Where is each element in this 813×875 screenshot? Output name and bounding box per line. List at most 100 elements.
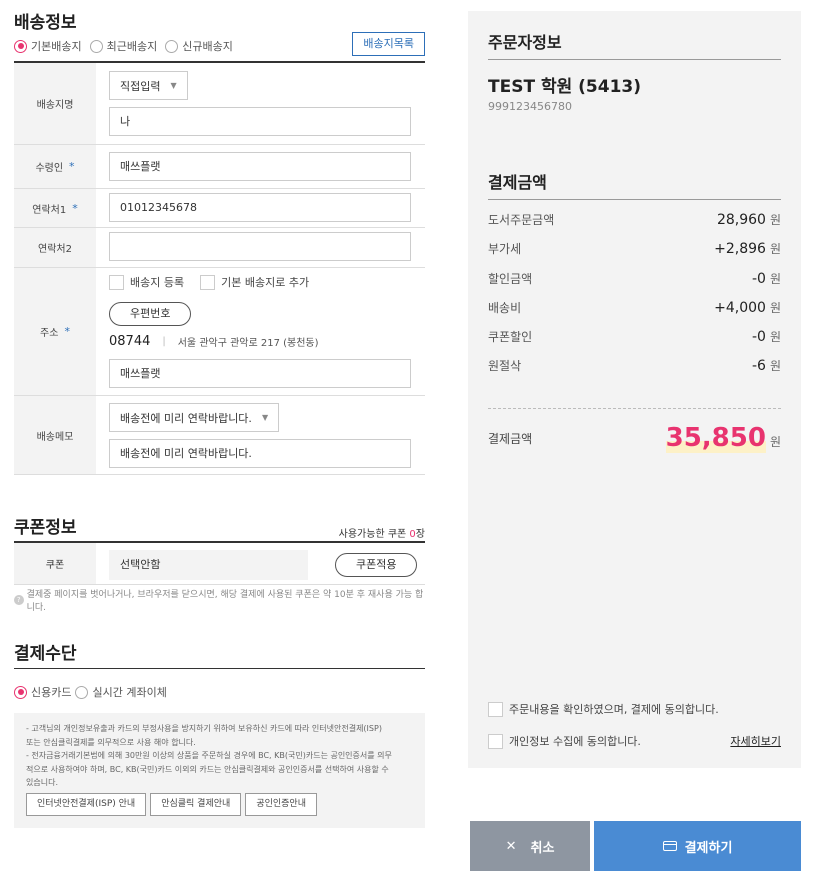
orderer-name: TEST 학원 (5413) [488,77,642,97]
radio-unchecked-icon[interactable] [75,685,89,699]
divider [488,408,781,409]
currency-unit: 원 [769,330,781,344]
shipping-title: 배송정보 [14,13,77,33]
checkbox-label: 배송지 등록 [130,276,185,289]
agree-order-label: 주문내용을 확인하였으며, 결제에 동의합니다. [509,703,719,716]
orderer-title: 주문자정보 [488,33,562,52]
field-label: 수령인 * [14,145,96,188]
certificate-guide-button[interactable]: 공인인증안내 [245,792,317,816]
agree-order-checkbox[interactable] [488,701,503,717]
chevron-down-icon: ▼ [261,413,269,422]
row-phone2: 연락처2 [14,228,425,268]
address-detail-input[interactable]: 매쓰플랫 [109,359,411,388]
info-icon: ? [14,595,24,605]
coupon-row: 쿠폰 선택안함 쿠폰적용 [14,541,425,585]
order-summary-panel: 주문자정보 TEST 학원 (5413) 999123456780 결제금액 도… [468,11,801,768]
address-name-select[interactable]: 직접입력 ▼ [109,71,188,100]
memo-select[interactable]: 배송전에 미리 연락바랍니다. ▼ [109,403,280,432]
address-list-button[interactable]: 배송지목록 [352,32,425,56]
credit-card-icon [662,841,677,851]
summary-row-coupon: 쿠폰할인 -0 원 [488,328,781,345]
apply-coupon-button[interactable]: 쿠폰적용 [335,553,418,577]
field-label: 연락처2 [14,228,96,267]
zip-code: 08744 [109,334,151,349]
coupon-select[interactable]: 선택안함 [109,550,308,580]
label-text: 수령인 [35,163,64,174]
coupon-available-text: 사용가능한 쿠폰 [338,529,410,540]
radio-label: 기본배송지 [31,40,82,53]
field-value: 배송전에 미리 연락바랍니다. ▼ 배송전에 미리 연락바랍니다. [96,396,425,474]
payment-title: 결제수단 [14,644,77,664]
pay-button[interactable]: 결제하기 [594,821,801,871]
chevron-down-icon: ▼ [170,81,177,90]
summary-row-shipping: 배송비 +4,000 원 [488,299,781,316]
info-line: 있습니다. [26,778,58,787]
row-address: 주소 * 배송지 등록 기본 배송지로 추가 우편번호 08744 | 서울 관악… [14,268,425,396]
required-mark: * [69,160,75,173]
close-icon: ✕ [505,838,517,854]
row-amount: -0 [751,271,766,287]
recipient-input[interactable]: 매쓰플랫 [109,152,411,181]
checkbox-label: 기본 배송지로 추가 [221,276,310,289]
divider [488,199,781,200]
radio-new-address[interactable]: 신규배송지 [165,38,233,54]
radio-checked-icon[interactable] [14,685,27,699]
info-line: 적으로 사용하여야 하며, BC, KB(국민)카드 이외의 카드는 안심클릭결… [26,764,389,774]
coupon-count-unit: 장 [415,529,425,540]
postcode-button[interactable]: 우편번호 [109,302,192,326]
currency-unit: 원 [769,359,781,373]
radio-default-address[interactable]: 기본배송지 [14,38,82,54]
row-memo: 배송메모 배송전에 미리 연락바랍니다. ▼ 배송전에 미리 연락바랍니다. [14,396,425,475]
divider: | [162,336,166,347]
label-text: 연락처2 [38,244,72,255]
payment-info-box: - 고객님의 개인정보유출과 카드의 부정사용을 방지하기 위하여 보유하신 카… [14,713,425,828]
radio-bank-transfer[interactable]: 실시간 계좌이체 [75,684,167,700]
agree-privacy-checkbox[interactable] [488,733,503,749]
details-link[interactable]: 자세히보기 [730,733,781,749]
address-line: 08744 | 서울 관악구 관악로 217 (봉천동) [109,334,411,349]
cancel-button[interactable]: ✕ 취소 [470,821,590,871]
total-row: 결제금액 35,850 원 [488,423,781,453]
label-text: 배송지명 [36,100,74,111]
address-name-input[interactable]: 나 [109,107,411,136]
radio-unchecked-icon[interactable] [165,39,179,53]
safe-click-guide-button[interactable]: 안심클릭 결제안내 [150,792,242,816]
payment-guide-buttons: 인터넷안전결제(ISP) 안내 안심클릭 결제안내 공인인증안내 [26,792,413,816]
row-amount: +2,896 [714,241,766,257]
field-label: 배송지명 [14,63,96,144]
row-label: 부가세 [488,242,522,256]
info-line: - 고객님의 개인정보유출과 카드의 부정사용을 방지하기 위하여 보유하신 카… [26,724,382,733]
row-label: 도서주문금액 [488,213,555,227]
memo-input[interactable]: 배송전에 미리 연락바랍니다. [109,439,411,468]
total-amount: 35,850 [665,423,766,453]
summary-title: 결제금액 [488,173,547,192]
radio-recent-address[interactable]: 최근배송지 [89,38,157,54]
agree-privacy: 개인정보 수집에 동의합니다. 자세히보기 [488,733,781,749]
add-default-checkbox[interactable] [200,274,216,290]
road-address: 서울 관악구 관악로 217 (봉천동) [177,338,319,349]
radio-unchecked-icon[interactable] [89,39,103,53]
isp-guide-button[interactable]: 인터넷안전결제(ISP) 안내 [26,792,147,816]
radio-credit-card[interactable]: 신용카드 [14,684,71,700]
field-value: 01012345678 [96,189,425,227]
currency-unit: 원 [769,435,781,449]
postcode-wrap: 우편번호 [109,302,411,326]
row-label: 쿠폰할인 [488,330,533,344]
currency-unit: 원 [769,272,781,286]
row-phone1: 연락처1 * 01012345678 [14,189,425,228]
radio-checked-icon[interactable] [14,39,27,53]
label-text: 배송메모 [36,431,74,443]
phone1-input[interactable]: 01012345678 [109,193,411,222]
register-address-checkbox[interactable] [109,274,124,290]
summary-row-books: 도서주문금액 28,960 원 [488,211,781,228]
phone2-input[interactable] [109,232,411,261]
radio-label: 신규배송지 [182,40,233,53]
field-label: 연락처1 * [14,189,96,227]
agree-order: 주문내용을 확인하였으며, 결제에 동의합니다. [488,701,781,717]
field-value [96,228,425,267]
field-label: 쿠폰 [14,543,96,584]
field-label: 주소 * [14,268,96,395]
row-amount: -0 [751,329,766,345]
field-value: 직접입력 ▼ 나 [96,63,425,144]
currency-unit: 원 [769,242,781,256]
